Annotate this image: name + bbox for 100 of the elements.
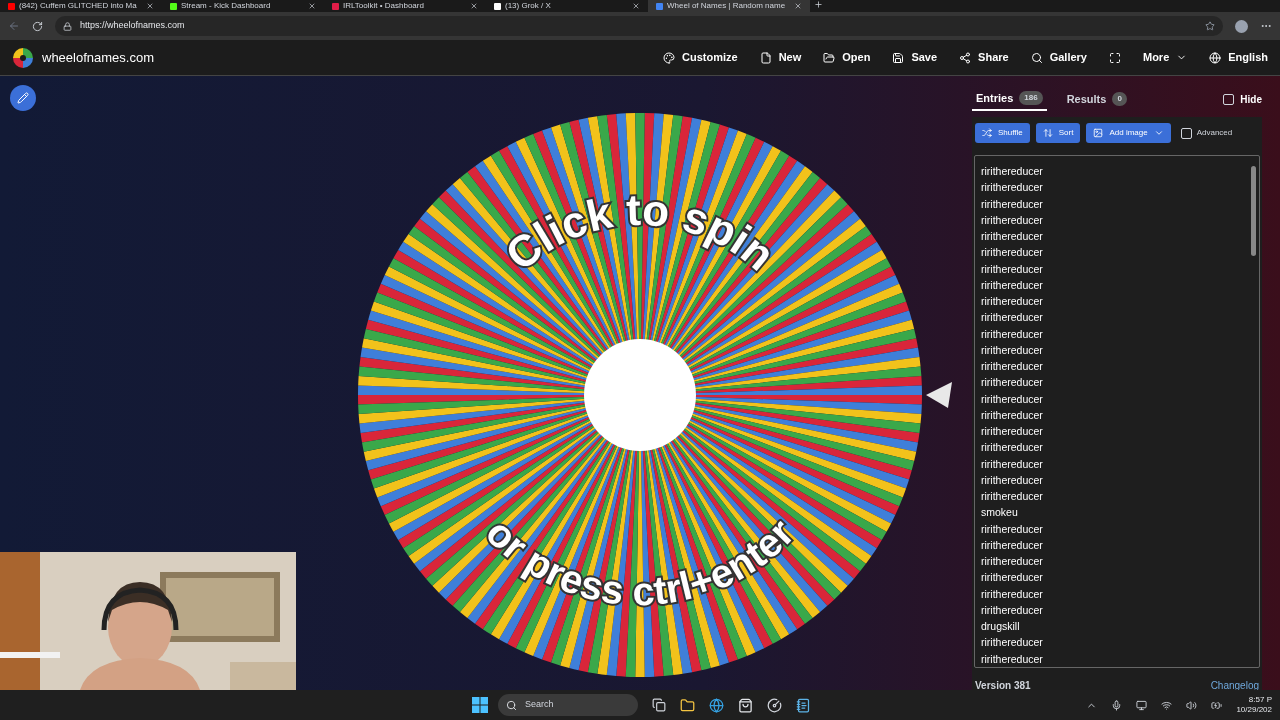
entry-line: drugskill (981, 619, 1021, 634)
browser-tab[interactable]: (13) Grok / X (486, 0, 648, 12)
menu-button[interactable]: Customize (663, 49, 738, 66)
entry-line: ririthereducer (981, 407, 1044, 423)
site-logo-text[interactable]: wheelofnames.com (42, 47, 154, 68)
start-icon[interactable] (472, 697, 488, 713)
pointer-icon (924, 380, 954, 410)
entry-line: ririthereducer (981, 602, 1044, 618)
close-icon[interactable] (632, 2, 640, 10)
browser-tab[interactable]: IRLToolkit • Dashboard (324, 0, 486, 12)
image-icon (1093, 128, 1104, 138)
entry-line: ririthereducer (981, 342, 1044, 358)
lock-icon (63, 21, 72, 31)
entry-line: ririthereducer (981, 521, 1044, 537)
volume-icon[interactable] (1186, 699, 1198, 711)
menu-button[interactable]: Open (823, 49, 871, 66)
shuffle-icon (982, 128, 992, 138)
search-placeholder: Search (525, 698, 554, 712)
new-tab-icon[interactable] (814, 0, 823, 9)
panel-tab[interactable]: Results 0 (1062, 87, 1131, 111)
browser-icon[interactable] (709, 697, 724, 713)
tab-title: IRLToolkit • Dashboard (343, 2, 425, 10)
search-icon (506, 699, 517, 711)
tab-title: Stream - Kick Dashboard (181, 2, 272, 10)
fullscreen-icon (1109, 51, 1121, 64)
entry-line: ririthereducer (981, 196, 1044, 212)
entry-line: ririthereducer (981, 554, 1044, 569)
count-badge: 0 (1112, 92, 1127, 106)
changelog-link[interactable]: Changelog (1210, 677, 1259, 693)
folder-icon[interactable] (680, 697, 695, 713)
globe-icon (1209, 51, 1222, 64)
toolbar-button[interactable]: Add image (1086, 123, 1171, 143)
notepad-icon[interactable] (796, 697, 811, 713)
menu-button[interactable]: More (1143, 49, 1188, 66)
tab-title: (13) Grok / X (505, 2, 552, 10)
address-field[interactable]: https://wheelofnames.com (55, 16, 1223, 36)
fullscreen-button[interactable] (1109, 51, 1121, 64)
entry-line: smokeu (981, 505, 1019, 521)
entry-line: ririthereducer (981, 180, 1044, 196)
close-icon[interactable] (308, 2, 316, 10)
entry-line: ririthereducer (981, 212, 1044, 228)
entry-line: ririthereducer (981, 245, 1044, 261)
spin-prompt: Click to spin (496, 184, 785, 280)
sort-icon (1042, 128, 1053, 138)
entry-line: ririthereducer (981, 261, 1044, 277)
logo-icon (12, 46, 34, 69)
task-view-icon[interactable] (652, 698, 666, 712)
url-text: https://wheelofnames.com (80, 19, 186, 33)
edit-button[interactable] (10, 85, 36, 111)
display-icon[interactable] (1136, 699, 1148, 711)
search-icon (1030, 51, 1043, 64)
browser-tab[interactable]: (842) Cuffem GLITCHED into Ma (0, 0, 162, 12)
app-icon[interactable] (767, 697, 782, 713)
entry-line: ririthereducer (981, 294, 1044, 309)
close-icon[interactable] (146, 2, 154, 10)
profile-avatar[interactable] (1235, 19, 1248, 33)
panel-tab[interactable]: Entries 186 (972, 87, 1047, 111)
entry-line: ririthereducer (981, 489, 1044, 504)
count-badge: 186 (1019, 91, 1043, 105)
battery-icon[interactable] (1211, 699, 1223, 711)
close-icon[interactable] (470, 2, 478, 10)
advanced-toggle[interactable]: Advanced (1180, 127, 1233, 139)
pencil-icon (17, 92, 29, 104)
close-icon[interactable] (794, 2, 802, 10)
menu-button[interactable]: Share (959, 49, 1009, 66)
entry-line: ririthereducer (981, 391, 1044, 407)
taskbar-search-field[interactable]: Search (498, 694, 638, 716)
store-icon[interactable] (738, 697, 753, 713)
entry-line: ririthereducer (981, 570, 1044, 586)
favorite-icon[interactable] (1205, 21, 1215, 31)
menu-button[interactable]: New (759, 49, 802, 66)
share-icon (959, 51, 972, 64)
checkbox[interactable] (1180, 127, 1192, 139)
clock[interactable]: 8:57 P 10/29/202 (1236, 695, 1272, 715)
entry-line: ririthereducer (981, 537, 1044, 553)
wifi-icon[interactable] (1161, 699, 1173, 711)
reload-icon[interactable] (32, 20, 43, 32)
microphone-icon[interactable] (1111, 699, 1123, 711)
file-icon (759, 51, 772, 64)
save-icon (892, 51, 905, 64)
toolbar-button[interactable]: Sort (1035, 123, 1081, 143)
tab-title: (842) Cuffem GLITCHED into Ma (19, 2, 138, 10)
menu-button[interactable]: Gallery (1030, 49, 1087, 66)
entry-line: ririthereducer (981, 456, 1044, 472)
palette-icon (663, 51, 675, 64)
browser-tab[interactable]: Wheel of Names | Random name (648, 0, 810, 12)
entry-line: ririthereducer (981, 277, 1044, 293)
entry-line: ririthereducer (981, 326, 1044, 342)
entry-line: ririthereducer (981, 310, 1044, 326)
entry-line: ririthereducer (981, 440, 1044, 456)
browser-tab[interactable]: Stream - Kick Dashboard (162, 0, 324, 12)
hide-toggle[interactable]: Hide (1223, 91, 1262, 107)
menu-button[interactable]: English (1209, 49, 1268, 66)
toolbar-button[interactable]: Shuffle (975, 123, 1030, 143)
entry-line: ririthereducer (981, 164, 1044, 179)
entry-line: ririthereducer (981, 651, 1044, 667)
folder-icon (823, 51, 836, 64)
menu-button[interactable]: Save (892, 49, 938, 66)
entry-line: ririthereducer (981, 635, 1044, 651)
checkbox[interactable] (1223, 93, 1235, 105)
